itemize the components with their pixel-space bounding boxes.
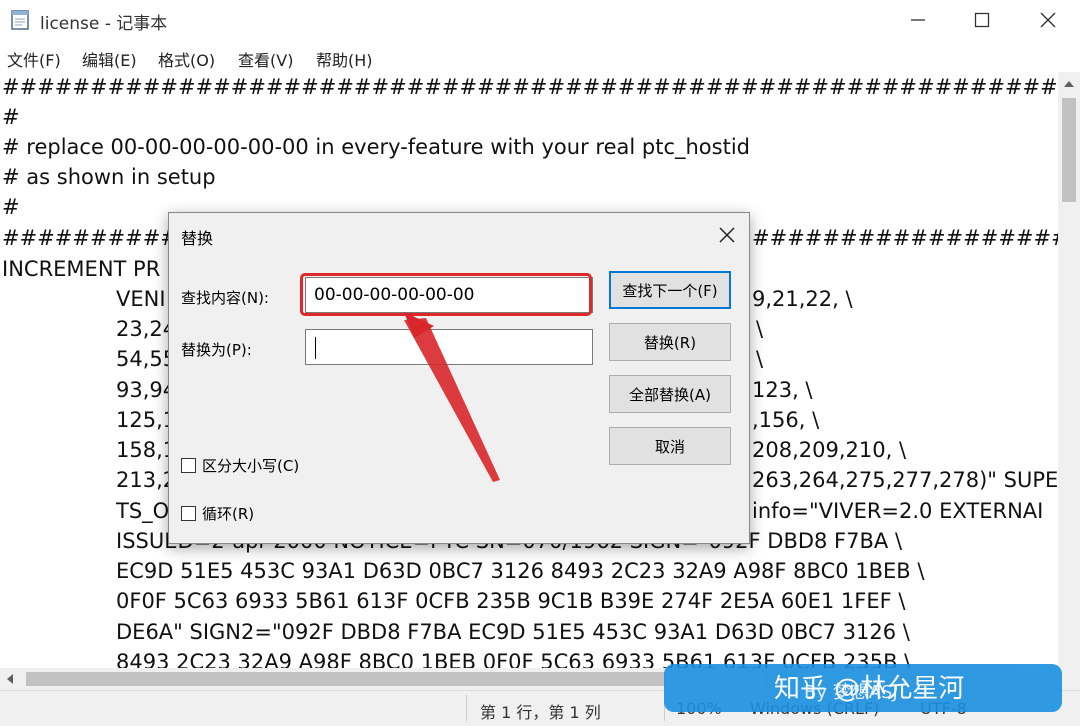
notepad-icon (11, 10, 29, 30)
editor-fragment: info="VIVER=2.0 EXTERNAI (752, 499, 1044, 523)
menu-view[interactable]: 查看(V) (238, 47, 293, 71)
match-case-checkbox[interactable] (181, 458, 196, 473)
editor-line: TS_O (116, 499, 170, 523)
match-case-label: 区分大小写(C) (202, 457, 300, 475)
vertical-scroll-thumb[interactable] (1062, 98, 1076, 202)
editor-fragment: 9,21,22, \ (752, 287, 853, 311)
editor-fragment: \ (756, 347, 764, 371)
editor-line: VENI (116, 287, 166, 311)
annotation-highlight-box (300, 273, 592, 316)
replace-all-button[interactable]: 全部替换(A) (609, 375, 731, 413)
editor-line: EC9D 51E5 453C 93A1 D63D 0BC7 3126 8493 … (116, 559, 925, 583)
editor-fragment: 208,209,210, \ (752, 438, 907, 462)
horizontal-scroll-thumb[interactable] (26, 672, 666, 686)
wrap-around-checkbox[interactable] (181, 506, 196, 521)
editor-fragment: 263,264,275,277,278)" SUPER (752, 468, 1058, 492)
vertical-scrollbar[interactable] (1058, 72, 1080, 668)
watermark-banner: By 梦想ASJ 知乎 @林允星河 (664, 664, 1062, 712)
wrap-around-option[interactable]: 循环(R) (181, 503, 254, 524)
editor-line: INCREMENT PR (2, 257, 161, 281)
watermark-text: 知乎 @林允星河 (774, 674, 965, 704)
menu-file[interactable]: 文件(F) (7, 47, 61, 71)
match-case-option[interactable]: 区分大小写(C) (181, 455, 299, 476)
cancel-button[interactable]: 取消 (609, 427, 731, 465)
close-icon (1040, 12, 1056, 28)
maximize-icon (974, 12, 990, 28)
status-position: 第 1 行，第 1 列 (480, 703, 601, 722)
minimize-icon (911, 19, 925, 21)
editor-line: # (2, 195, 20, 219)
scroll-up-icon[interactable] (1063, 80, 1075, 88)
editor-fragment: ,156, \ (752, 408, 820, 432)
dialog-close-icon[interactable] (715, 223, 739, 247)
menu-bar: 文件(F) 编辑(E) 格式(O) 查看(V) 帮助(H) (0, 42, 1080, 72)
menu-edit[interactable]: 编辑(E) (82, 47, 137, 71)
menu-help[interactable]: 帮助(H) (316, 47, 373, 71)
scroll-left-icon[interactable] (6, 673, 14, 685)
replace-input[interactable] (305, 329, 593, 365)
menu-format[interactable]: 格式(O) (158, 47, 215, 71)
text-caret (315, 337, 316, 359)
find-label: 查找内容(N): (181, 289, 269, 307)
replace-dialog: 替换 查找内容(N): 00-00-00-00-00-00 替换为(P): 查找… (168, 212, 750, 544)
replace-label: 替换为(P): (181, 341, 252, 359)
editor-fragment: \ (756, 317, 764, 341)
editor-line: # (2, 105, 20, 129)
close-button[interactable] (1016, 0, 1080, 40)
status-separator (466, 695, 467, 721)
editor-fragment: #################### (752, 226, 1058, 250)
title-bar: license - 记事本 (0, 0, 1080, 40)
maximize-button[interactable] (950, 0, 1014, 40)
replace-button[interactable]: 替换(R) (609, 323, 731, 361)
dialog-title: 替换 (181, 229, 214, 248)
window-title: license - 记事本 (40, 14, 168, 34)
minimize-button[interactable] (886, 0, 950, 40)
editor-line: # as shown in setup (2, 165, 216, 189)
editor-line: 0F0F 5C63 6933 5B61 613F 0CFB 235B 9C1B … (116, 589, 906, 613)
editor-fragment: 123, \ (752, 378, 813, 402)
editor-line: DE6A" SIGN2="092F DBD8 F7BA EC9D 51E5 45… (116, 620, 910, 644)
wrap-around-label: 循环(R) (202, 505, 255, 523)
editor-line: ########################################… (2, 75, 1058, 99)
editor-line: ########### (2, 226, 196, 250)
editor-line: # replace 00-00-00-00-00-00 in every-fea… (2, 135, 750, 159)
find-next-button[interactable]: 查找下一个(F) (609, 271, 731, 309)
